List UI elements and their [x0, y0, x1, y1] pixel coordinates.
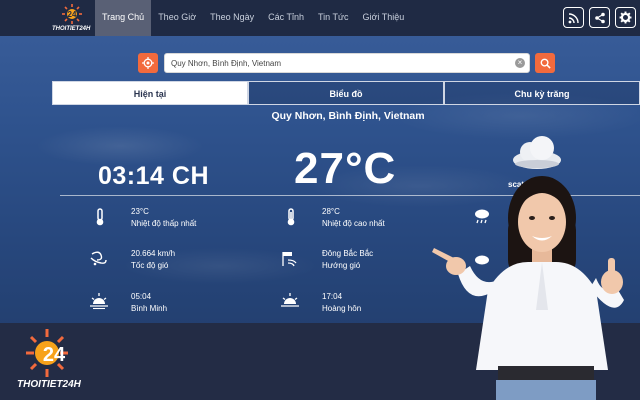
main-nav: Trang Chủ Theo Giờ Theo Ngày Các Tỉnh Ti… [95, 0, 411, 36]
search-input[interactable] [164, 53, 530, 73]
footer-logo-text: THOITIET24H [17, 379, 81, 390]
cloud-icon [513, 136, 561, 169]
tab-moon-cycle[interactable]: Chu kỳ trăng [444, 81, 640, 105]
gear-icon [619, 11, 632, 24]
settings-button[interactable] [615, 7, 636, 28]
stat-wind-speed: 20.664 km/h Tốc độ gió [131, 248, 175, 272]
rss-icon [568, 12, 579, 23]
svg-text:24: 24 [43, 344, 66, 366]
rss-button[interactable] [563, 7, 584, 28]
thermometer-low-icon [96, 208, 104, 226]
wind-direction-label: Hướng gió [322, 261, 361, 270]
stat-max-temp: 28°C Nhiệt độ cao nhất [322, 206, 385, 230]
tab-chart[interactable]: Biểu đồ [248, 81, 444, 105]
stat-wind-direction: Đông Bắc Bắc Hướng gió [322, 248, 373, 272]
sunset-icon [281, 293, 299, 307]
current-time: 03:14 CH [98, 162, 209, 190]
nav-hourly[interactable]: Theo Giờ [151, 0, 203, 36]
min-temp-value: 23°C [131, 207, 149, 216]
sunrise-icon [90, 293, 108, 310]
sunset-value: 17:04 [322, 292, 343, 301]
clear-search-button[interactable]: × [515, 58, 525, 68]
tab-current[interactable]: Hiện tại [52, 81, 248, 105]
location-title: Quy Nhơn, Bình Định, Vietnam [271, 110, 425, 122]
woman-pointing-image [432, 176, 624, 400]
current-temperature: 27°C [294, 144, 397, 193]
stat-sunrise: 05:04 Bình Minh [131, 291, 167, 315]
wind-speed-icon [90, 251, 107, 266]
stat-sunset: 17:04 Hoàng hôn [322, 291, 361, 315]
top-navbar: 24 THOITIET24H Trang Chủ Theo Giờ Theo N… [0, 0, 640, 36]
locate-button[interactable] [138, 53, 158, 73]
nav-daily[interactable]: Theo Ngày [203, 0, 261, 36]
nav-news[interactable]: Tin Tức [311, 0, 356, 36]
max-temp-value: 28°C [322, 207, 340, 216]
nav-home[interactable]: Trang Chủ [95, 0, 152, 36]
nav-provinces[interactable]: Các Tỉnh [261, 0, 311, 36]
wind-speed-value: 20.664 km/h [131, 249, 176, 258]
search-button[interactable] [535, 53, 555, 73]
sunrise-value: 05:04 [131, 292, 152, 301]
sunset-label: Hoàng hôn [322, 304, 362, 313]
share-icon [594, 12, 605, 23]
share-button[interactable] [589, 7, 610, 28]
sun-logo-icon: 24 [26, 329, 68, 377]
stat-min-temp: 23°C Nhiệt độ thấp nhất [131, 206, 196, 230]
wind-speed-label: Tốc độ gió [131, 261, 169, 270]
svg-text:24: 24 [68, 10, 77, 19]
site-logo[interactable]: 24 THOITIET24H [52, 3, 90, 35]
thermometer-high-icon [287, 208, 295, 226]
crosshair-icon [142, 57, 154, 69]
sun-logo-icon: 24 [62, 4, 82, 24]
wind-direction-value: Đông Bắc Bắc [322, 249, 374, 258]
sunrise-label: Bình Minh [131, 304, 168, 313]
logo-text: THOITIET24H [52, 26, 91, 32]
weather-tabs: Hiện tại Biểu đồ Chu kỳ trăng [52, 81, 640, 105]
min-temp-label: Nhiệt độ thấp nhất [131, 219, 197, 228]
search-icon [540, 58, 551, 69]
wind-direction-icon [282, 252, 297, 267]
max-temp-label: Nhiệt độ cao nhất [322, 219, 385, 228]
footer-logo: 24 THOITIET24H [14, 327, 94, 397]
nav-about[interactable]: Giới Thiệu [356, 0, 412, 36]
